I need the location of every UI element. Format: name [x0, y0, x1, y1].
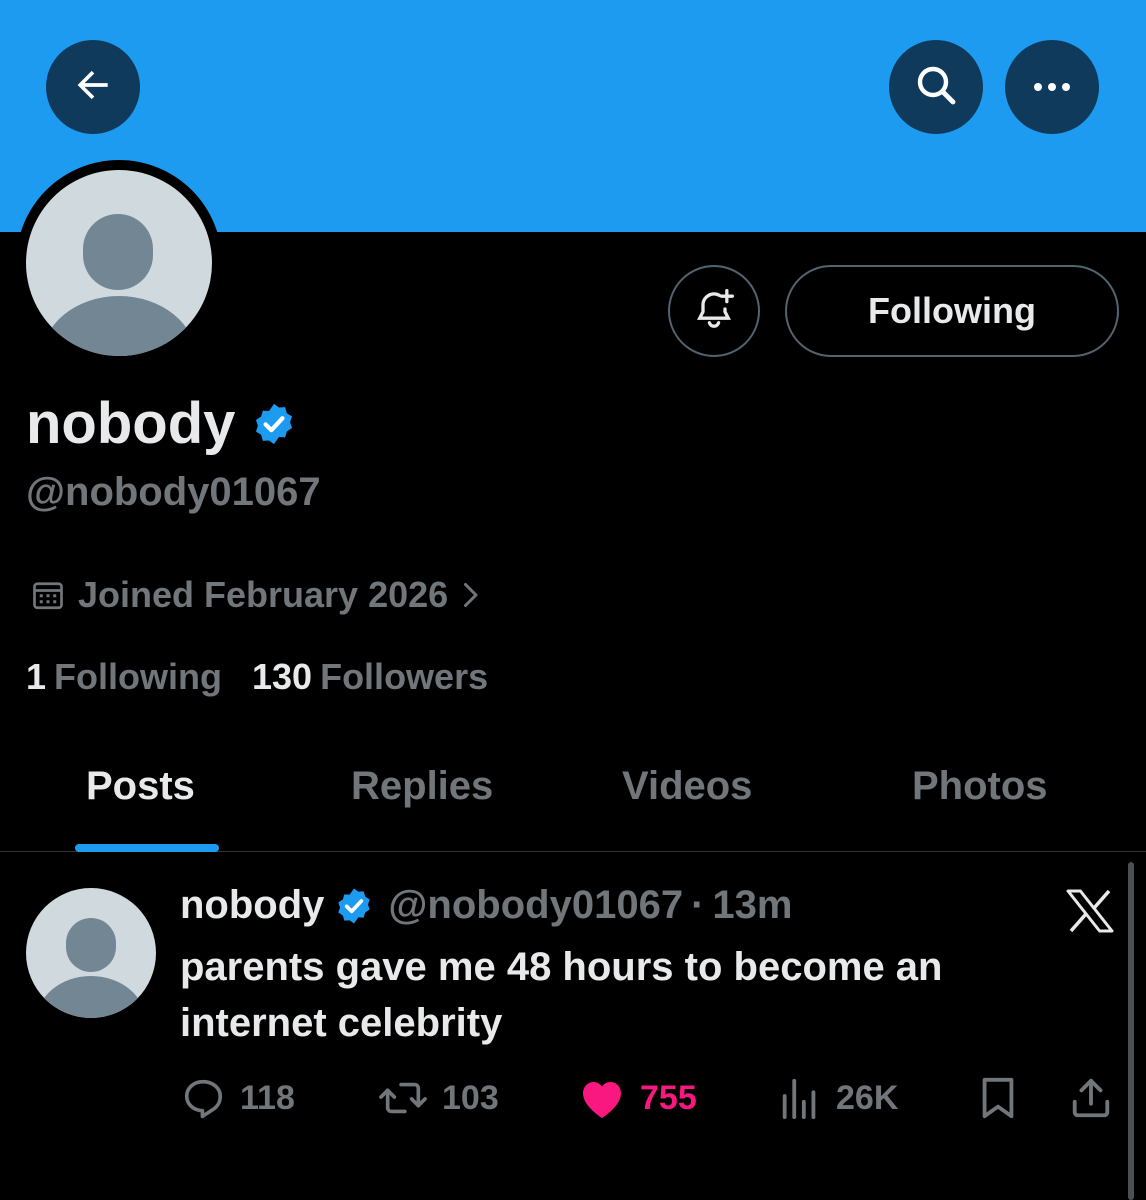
- view-count: 26K: [836, 1078, 899, 1117]
- share-button[interactable]: [1068, 1075, 1114, 1130]
- display-name-text: nobody: [26, 391, 236, 456]
- following-count-link[interactable]: 1 Following: [26, 656, 222, 698]
- arrow-left-icon: [71, 63, 115, 111]
- followers-count: 130: [252, 656, 313, 697]
- bookmark-icon: [978, 1075, 1018, 1130]
- calendar-icon: [30, 577, 66, 613]
- chevron-right-icon: [458, 577, 482, 613]
- profile-tabs: Posts Replies Videos Photos: [0, 740, 1146, 852]
- default-avatar-icon: [26, 170, 212, 356]
- more-horizontal-icon: [1030, 78, 1074, 97]
- profile-display-name: nobody: [26, 390, 297, 457]
- following-count: 1: [26, 656, 47, 697]
- post-timestamp[interactable]: 13m: [712, 883, 792, 928]
- verified-badge-icon[interactable]: [251, 401, 297, 447]
- tab-replies[interactable]: Replies: [351, 764, 493, 809]
- post-text: parents gave me 48 hours to become an in…: [180, 945, 943, 1045]
- search-icon: [912, 61, 960, 113]
- views-chart-icon: [778, 1075, 822, 1121]
- following-button[interactable]: Following: [785, 265, 1119, 357]
- heart-filled-icon: [578, 1075, 626, 1121]
- tab-photos[interactable]: Photos: [912, 764, 1048, 809]
- post-separator: ·: [691, 883, 705, 927]
- profile-stats: 1 Following 130 Followers: [26, 656, 488, 698]
- post-author-name[interactable]: nobody: [180, 883, 324, 928]
- post-author-avatar[interactable]: [26, 888, 156, 1018]
- like-count: 755: [640, 1078, 697, 1117]
- active-tab-indicator: [75, 844, 219, 852]
- tab-posts[interactable]: Posts: [86, 764, 195, 809]
- bookmark-button[interactable]: [978, 1075, 1018, 1130]
- share-icon: [1068, 1075, 1114, 1130]
- tab-videos[interactable]: Videos: [622, 764, 752, 809]
- more-options-button[interactable]: [1005, 40, 1099, 134]
- views-button[interactable]: 26K: [778, 1075, 898, 1121]
- following-label: Following: [54, 656, 222, 697]
- repost-button[interactable]: 103: [378, 1075, 499, 1121]
- x-logo-icon: [1066, 889, 1114, 937]
- profile-handle: @nobody01067: [26, 470, 321, 514]
- followers-label: Followers: [320, 656, 489, 697]
- repost-icon: [378, 1075, 428, 1121]
- bell-plus-icon: [692, 287, 736, 335]
- reply-icon: [180, 1075, 226, 1121]
- profile-avatar[interactable]: [16, 160, 222, 366]
- followers-count-link[interactable]: 130 Followers: [252, 656, 488, 698]
- post-header: nobody @nobody01067 · 13m: [180, 883, 792, 928]
- back-button[interactable]: [46, 40, 140, 134]
- post-actions: 118 103 755 26K: [0, 1075, 1146, 1125]
- repost-count: 103: [442, 1078, 499, 1117]
- verified-badge-icon: [334, 886, 374, 926]
- search-button[interactable]: [889, 40, 983, 134]
- post-item[interactable]: nobody @nobody01067 · 13m parents gave m…: [0, 853, 1146, 1200]
- post-author-handle[interactable]: @nobody01067: [388, 883, 683, 928]
- joined-date[interactable]: Joined February 2026: [30, 574, 482, 616]
- notifications-button[interactable]: [668, 265, 760, 357]
- joined-date-text: Joined February 2026: [78, 574, 449, 615]
- reply-count: 118: [240, 1078, 295, 1117]
- like-button[interactable]: 755: [578, 1075, 697, 1121]
- scrollbar[interactable]: [1128, 862, 1134, 1200]
- reply-button[interactable]: 118: [180, 1075, 295, 1121]
